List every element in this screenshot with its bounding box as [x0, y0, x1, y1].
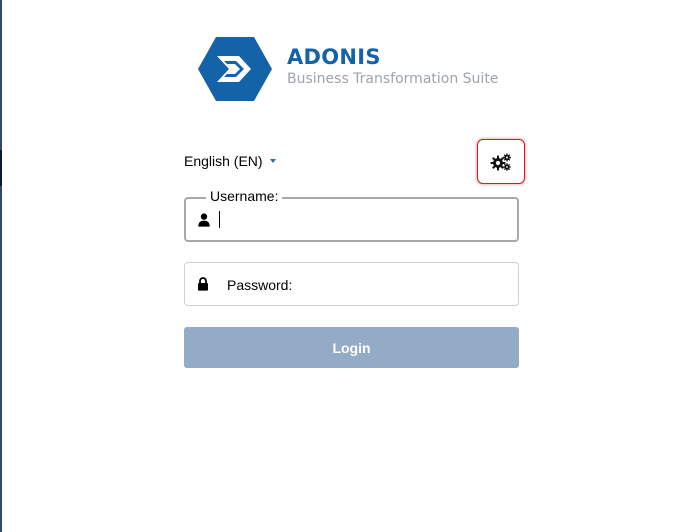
language-selector[interactable]: English (EN) — [184, 153, 276, 169]
password-field[interactable]: Password: — [184, 262, 522, 307]
language-selected-label: English (EN) — [184, 153, 263, 169]
window-edge-marker — [0, 150, 2, 186]
chevron-down-icon — [269, 159, 276, 163]
login-button[interactable]: Login — [184, 327, 519, 368]
adonis-hexagon-logo-icon — [198, 37, 272, 101]
username-field[interactable]: Username: — [184, 188, 521, 242]
window-left-edge — [0, 0, 2, 532]
username-input[interactable] — [186, 199, 521, 242]
brand-subtitle: Business Transformation Suite — [287, 71, 499, 87]
gears-icon — [490, 153, 511, 171]
password-input[interactable] — [185, 263, 522, 307]
brand-logo: ADONIS Business Transformation Suite — [197, 36, 507, 106]
brand-title: ADONIS — [287, 45, 381, 69]
settings-button[interactable] — [477, 139, 525, 184]
